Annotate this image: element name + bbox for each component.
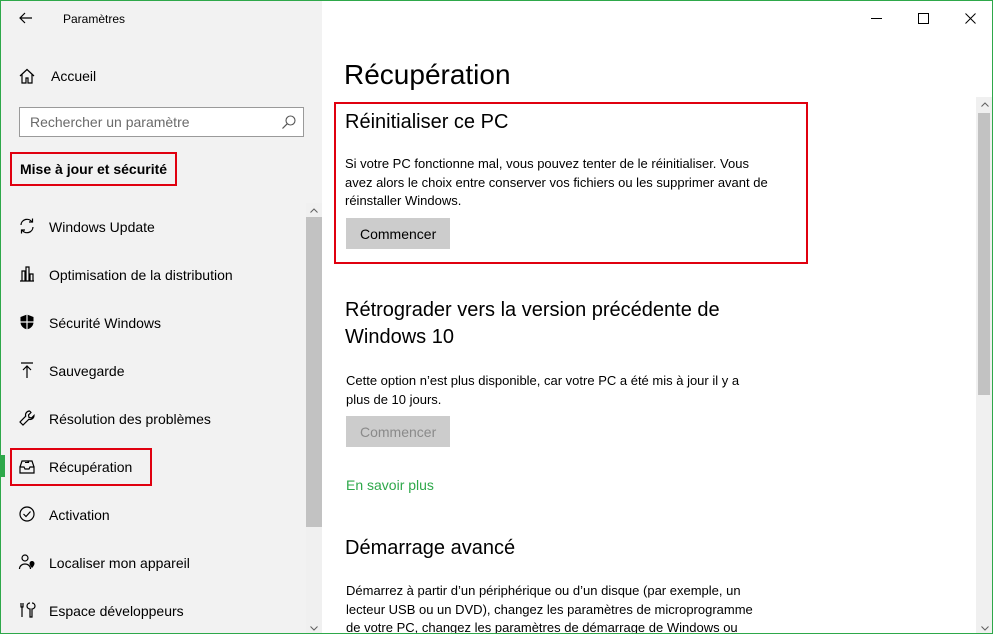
- sidebar-item-find-my-device[interactable]: Localiser mon appareil: [1, 539, 306, 583]
- sync-icon: [20, 218, 34, 234]
- rollback-section-title: Rétrograder vers la version précédente d…: [345, 299, 720, 348]
- back-button[interactable]: [11, 5, 41, 31]
- sidebar-item-label: Sécurité Windows: [49, 315, 162, 331]
- reset-description: Si votre PC fonctionne mal, vous pouvez …: [345, 156, 768, 208]
- reset-start-button[interactable]: Commencer: [346, 218, 451, 249]
- delivery-optimization-icon: [20, 266, 34, 282]
- sidebar-item-delivery-optimization[interactable]: Optimisation de la distribution: [1, 251, 306, 295]
- search-input[interactable]: [20, 108, 270, 136]
- sidebar-scrollbar[interactable]: [306, 203, 322, 633]
- section-title: Mise à jour et sécurité: [10, 152, 178, 186]
- wrench-icon: [19, 410, 35, 426]
- settings-window: Paramètres Accueil Mise à jour et sécuri…: [0, 0, 993, 634]
- active-indicator: [1, 455, 5, 477]
- home-icon: [19, 68, 35, 84]
- sidebar-item-label: Espace développeurs: [49, 603, 184, 619]
- sidebar-item-home[interactable]: Accueil: [1, 59, 322, 91]
- title-bar: Paramètres: [1, 1, 322, 37]
- home-label: Accueil: [51, 68, 97, 84]
- sidebar-item-windows-update[interactable]: Windows Update: [1, 203, 306, 247]
- scroll-up-arrow-icon[interactable]: [976, 97, 992, 111]
- sidebar-item-label: Windows Update: [49, 219, 155, 235]
- close-button[interactable]: [947, 1, 992, 35]
- learn-more-link[interactable]: En savoir plus: [346, 477, 434, 493]
- sidebar-item-backup[interactable]: Sauvegarde: [1, 347, 306, 391]
- recovery-icon: [19, 460, 35, 474]
- close-icon: [965, 12, 976, 24]
- advanced-startup-description: Démarrez à partir d’un périphérique ou d…: [346, 583, 753, 634]
- main-panel: Récupération Réinitialiser ce PC Si votr…: [322, 1, 992, 634]
- sidebar-item-troubleshoot[interactable]: Résolution des problèmes: [1, 395, 306, 439]
- minimize-button[interactable]: [853, 1, 900, 35]
- minimize-icon: [871, 17, 882, 19]
- shield-icon: [20, 314, 34, 330]
- scroll-up-arrow-icon[interactable]: [306, 203, 322, 217]
- sidebar-nav: Windows Update Optimisation de la distri…: [1, 203, 306, 633]
- sidebar-item-windows-security[interactable]: Sécurité Windows: [1, 299, 306, 343]
- sidebar-scroll-thumb[interactable]: [306, 217, 322, 527]
- page-title: Récupération: [344, 59, 511, 90]
- maximize-icon: [918, 12, 929, 24]
- sidebar-item-label: Résolution des problèmes: [49, 411, 211, 427]
- sidebar-item-label: Activation: [49, 507, 110, 523]
- sidebar-item-recovery[interactable]: Récupération: [1, 443, 306, 487]
- main-scrollbar[interactable]: [976, 97, 992, 633]
- rollback-start-button[interactable]: Commencer: [346, 416, 451, 447]
- person-pin-icon: [18, 554, 35, 570]
- reset-section-title: Réinitialiser ce PC: [345, 111, 509, 133]
- scroll-down-arrow-icon[interactable]: [306, 621, 322, 633]
- sidebar-item-label: Récupération: [49, 459, 133, 475]
- sidebar-item-label: Optimisation de la distribution: [49, 267, 233, 283]
- scroll-down-arrow-icon[interactable]: [976, 621, 992, 633]
- search-icon[interactable]: [281, 114, 297, 130]
- sidebar-item-activation[interactable]: Activation: [1, 491, 306, 535]
- advanced-startup-title: Démarrage avancé: [345, 537, 516, 559]
- sidebar-item-label: Sauvegarde: [49, 363, 125, 379]
- search-box[interactable]: [19, 107, 304, 137]
- check-circle-icon: [19, 506, 35, 522]
- sidebar-item-developers[interactable]: Espace développeurs: [1, 587, 306, 631]
- backup-arrow-icon: [21, 362, 33, 378]
- back-arrow-icon: [19, 12, 32, 24]
- developer-tools-icon: [20, 602, 36, 618]
- rollback-description: Cette option n’est plus disponible, car …: [346, 373, 740, 407]
- maximize-button[interactable]: [900, 1, 947, 35]
- main-scroll-thumb[interactable]: [978, 113, 990, 395]
- sidebar: Paramètres Accueil Mise à jour et sécuri…: [1, 1, 322, 633]
- sidebar-item-label: Localiser mon appareil: [49, 555, 190, 571]
- window-controls: [853, 1, 992, 35]
- app-title: Paramètres: [63, 12, 126, 26]
